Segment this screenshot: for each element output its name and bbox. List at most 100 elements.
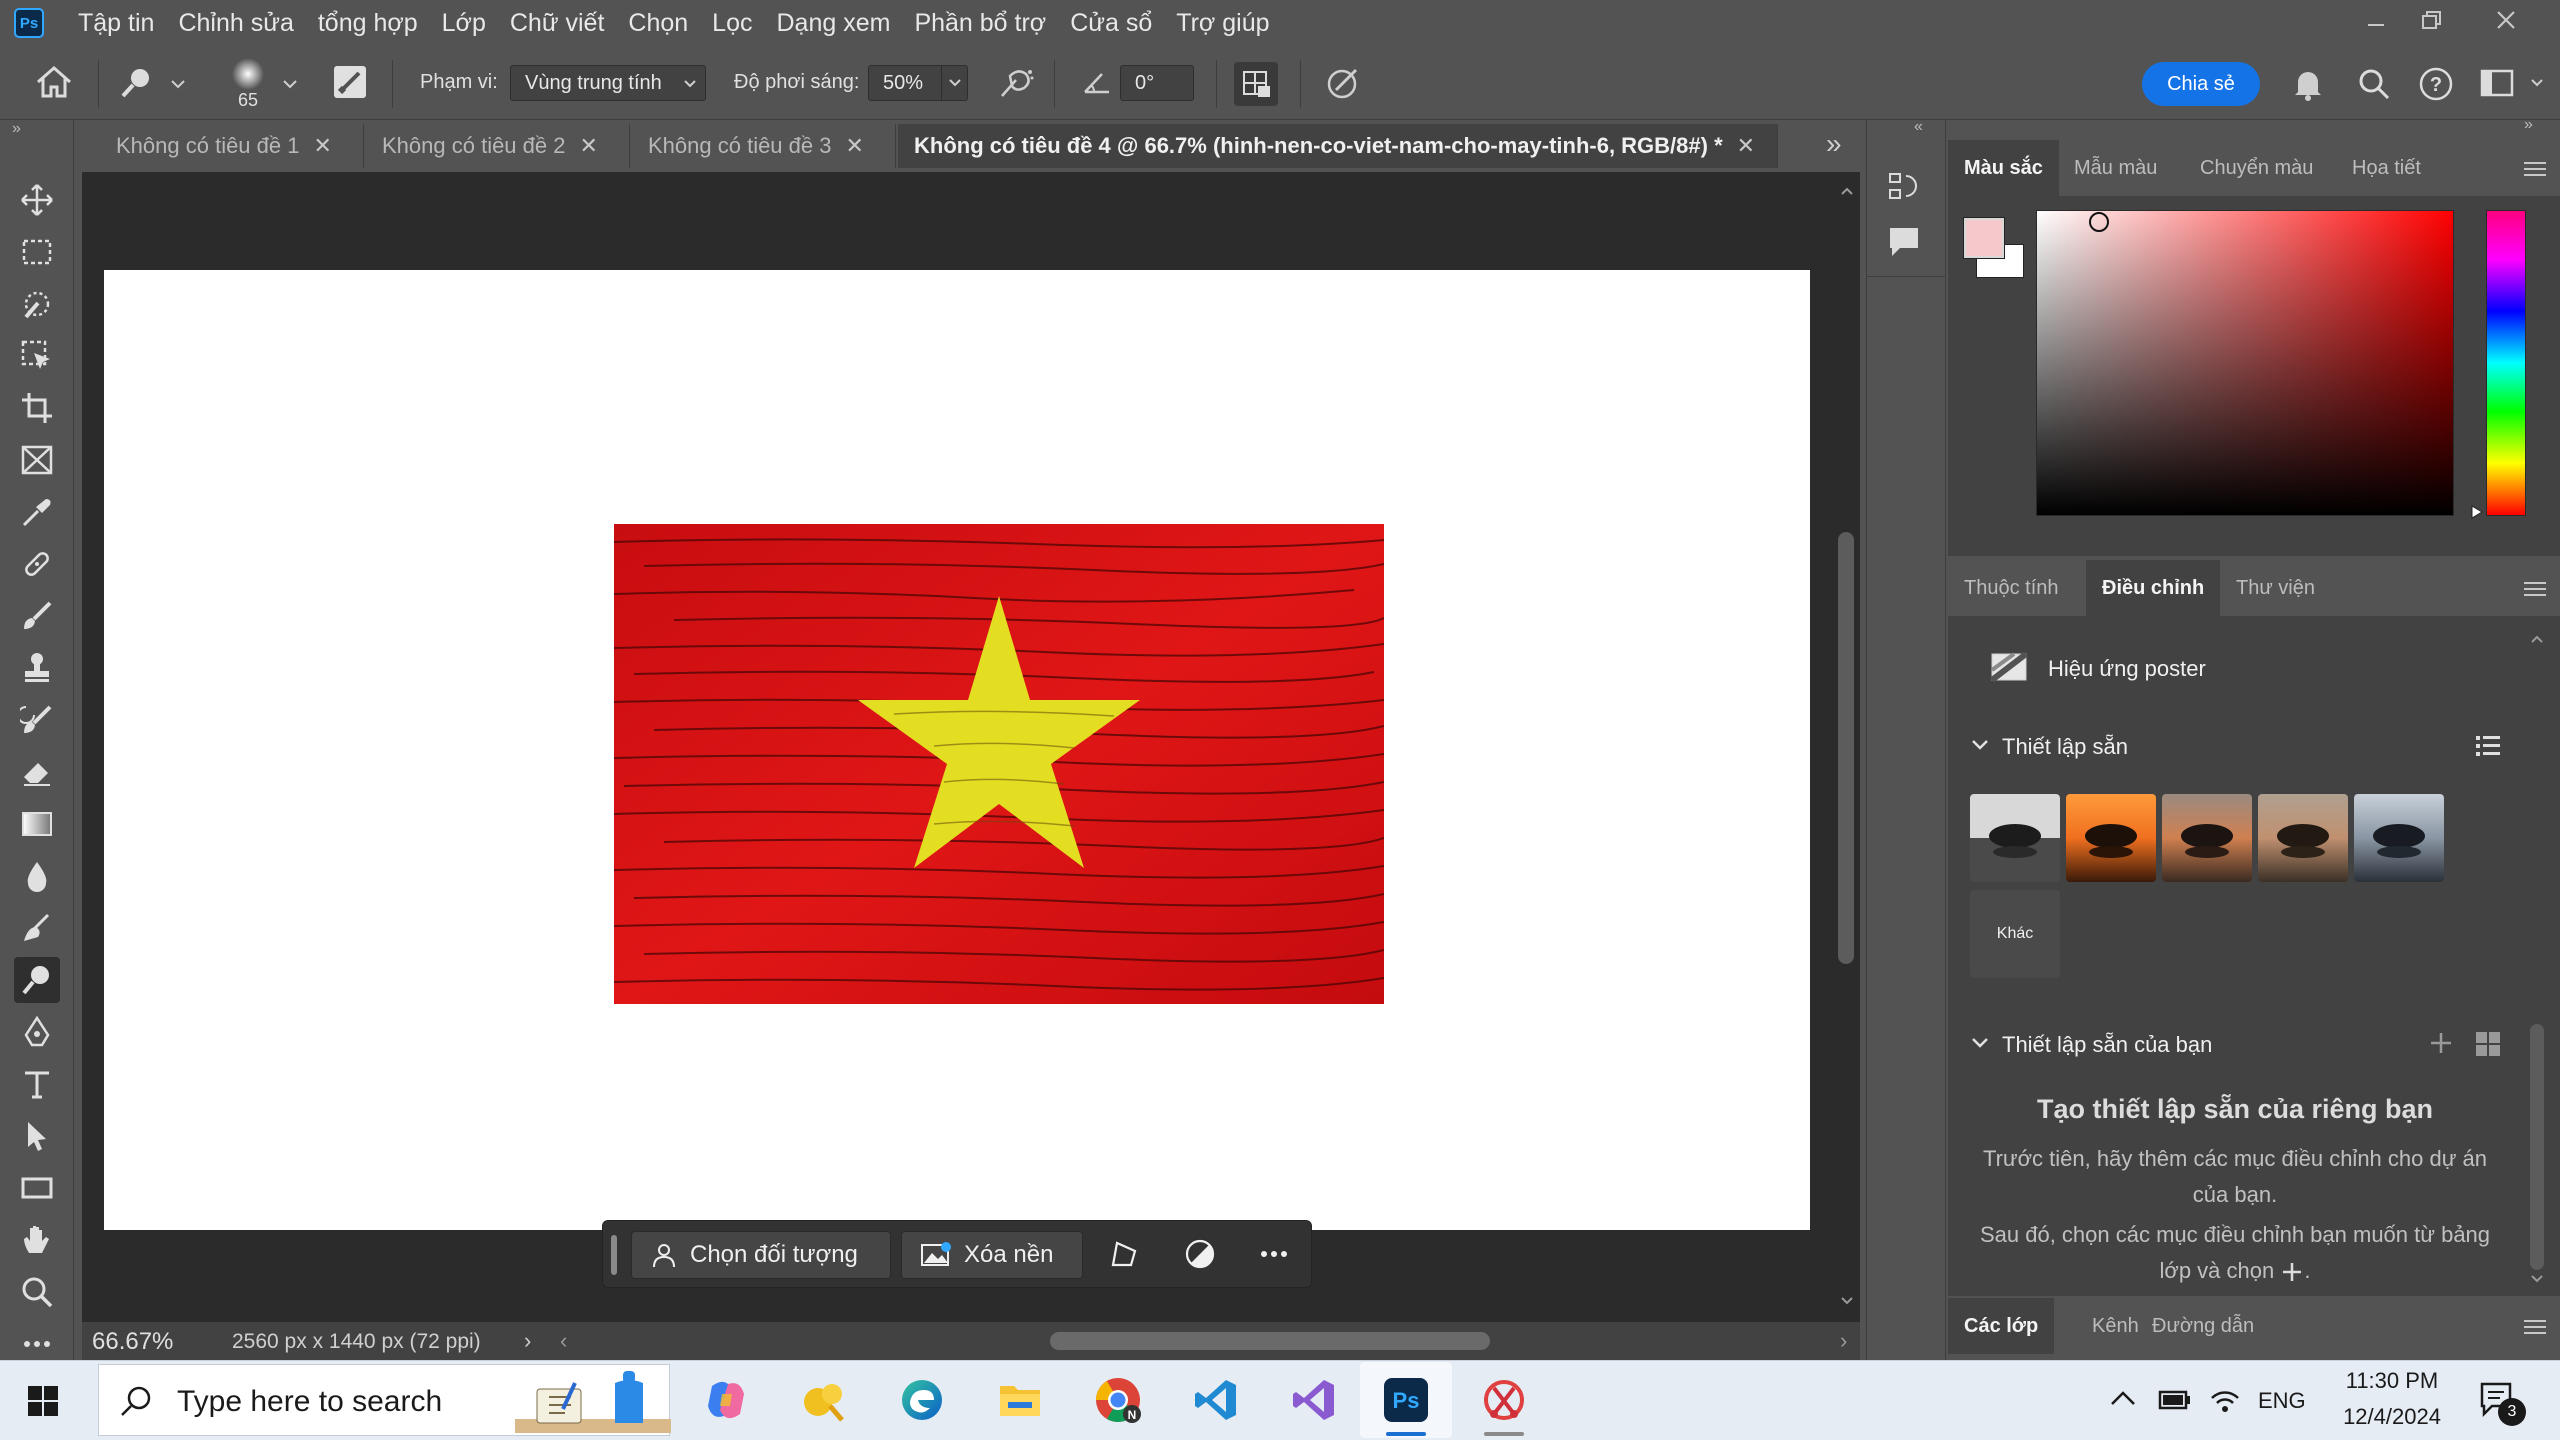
file-explorer-icon[interactable] [992,1372,1048,1428]
eraser-tool-icon[interactable] [14,749,60,795]
minimize-button[interactable] [2348,0,2404,40]
help-icon[interactable]: ? [2418,66,2454,102]
more-options-icon[interactable] [1257,1237,1291,1271]
preset-thumbnail-sepia[interactable] [2258,794,2348,882]
add-preset-icon[interactable] [2428,1030,2454,1056]
edge-icon[interactable] [894,1372,950,1428]
rectangle-tool-icon[interactable] [14,1165,60,1211]
tab-untitled-3[interactable]: Không có tiêu đề 3 ✕ [632,124,896,168]
horizontal-scroll-thumb[interactable] [1050,1332,1490,1350]
dodge-tool-icon[interactable] [14,957,60,1003]
tab-libraries[interactable]: Thư viện [2220,560,2331,616]
collapse-tools-icon[interactable]: » [12,120,21,138]
tab-paths[interactable]: Đường dẫn [2136,1298,2270,1354]
scroll-right-icon[interactable]: › [1840,1328,1847,1354]
protect-tones-icon[interactable] [1234,62,1278,106]
chevron-down-icon[interactable] [170,78,186,90]
windows-start-icon[interactable] [26,1384,60,1418]
zoom-tool-icon[interactable] [14,1269,60,1315]
tab-untitled-1[interactable]: Không có tiêu đề 1 ✕ [100,124,364,168]
preset-thumbnail-dusk[interactable] [2162,794,2252,882]
adjust-panel-menu-icon[interactable] [2524,578,2546,600]
brush-size-chevron-icon[interactable] [282,78,298,90]
menu-help[interactable]: Trợ giúp [1164,0,1281,46]
type-tool-icon[interactable] [14,1061,60,1107]
tab-overflow-icon[interactable]: » [1826,128,1842,160]
path-selection-tool-icon[interactable] [14,1113,60,1159]
quick-selection-tool-icon[interactable] [14,281,60,327]
my-presets-header[interactable]: Thiết lập sẵn của bạn [2002,1032,2212,1058]
brush-preview-icon[interactable] [226,56,270,92]
vscode-icon[interactable] [1188,1372,1244,1428]
foreground-color-swatch[interactable] [1963,217,2005,259]
remove-background-button[interactable]: Xóa nền [901,1231,1083,1279]
angle-input[interactable]: 0° [1120,65,1194,101]
menu-image[interactable]: tổng hợp [306,0,430,46]
menu-type[interactable]: Chữ viết [498,0,617,46]
frame-tool-icon[interactable] [14,437,60,483]
menu-window[interactable]: Cửa sổ [1058,0,1164,46]
presets-header[interactable]: Thiết lập sẵn [2002,734,2128,760]
collapse-panels-icon[interactable]: » [2524,116,2533,134]
photoshop-taskbar-icon[interactable]: Ps [1378,1372,1434,1428]
transform-icon[interactable] [1107,1237,1141,1271]
vertical-scrollbar[interactable] [1832,172,1860,1322]
zoom-level[interactable]: 66.67% [92,1328,173,1356]
smudge-tool-icon[interactable] [14,905,60,951]
blur-tool-icon[interactable] [14,853,60,899]
close-window-button[interactable] [2478,0,2534,40]
workspace-icon[interactable] [2480,68,2516,98]
home-icon[interactable] [34,64,74,100]
tab-properties[interactable]: Thuộc tính [1948,560,2075,616]
status-menu-chevron-icon[interactable]: › [524,1328,531,1354]
tab-patterns[interactable]: Họa tiết [2336,140,2437,196]
close-tab-icon[interactable]: ✕ [1737,133,1755,159]
restore-button[interactable] [2404,0,2460,40]
close-tab-icon[interactable]: ✕ [579,133,597,159]
clock-time[interactable]: 11:30 PM [2332,1368,2452,1394]
pressure-size-icon[interactable] [1326,66,1362,100]
tab-gradients[interactable]: Chuyển màu [2184,140,2329,196]
drag-handle[interactable] [611,1235,617,1275]
search-icon[interactable] [2356,66,2392,102]
presets-chevron-icon[interactable] [1970,738,1990,752]
chrome-icon[interactable]: N [1090,1372,1146,1428]
menu-plugins[interactable]: Phần bổ trợ [902,0,1058,46]
menu-layer[interactable]: Lớp [430,0,498,46]
exposure-input[interactable]: 50% [868,65,968,101]
poster-effect-item[interactable]: Hiệu ứng poster [2048,656,2206,682]
share-button[interactable]: Chia sẻ [2142,62,2260,106]
color-panel-menu-icon[interactable] [2524,158,2546,180]
marquee-tool-icon[interactable] [14,229,60,275]
tab-untitled-2[interactable]: Không có tiêu đề 2 ✕ [366,124,630,168]
scroll-left-icon[interactable]: ‹ [560,1328,567,1354]
comments-panel-icon[interactable] [1886,224,1922,260]
workspace-chevron-icon[interactable] [2530,78,2544,88]
pen-tool-icon[interactable] [14,1009,60,1055]
tray-expand-icon[interactable] [2108,1386,2138,1412]
preset-thumbnail-warm[interactable] [2066,794,2156,882]
horizontal-scrollbar[interactable]: ‹ › [560,1326,1860,1354]
snipping-tool-icon[interactable] [1476,1372,1532,1428]
list-view-icon[interactable] [2474,732,2502,760]
dodge-tool-preset-icon[interactable] [118,66,158,100]
copilot-icon[interactable] [698,1372,754,1428]
move-tool-icon[interactable] [14,177,60,223]
layers-panel-menu-icon[interactable] [2524,1316,2546,1338]
clone-stamp-tool-icon[interactable] [14,645,60,691]
eyedropper-tool-icon[interactable] [14,489,60,535]
preset-thumbnail-bw[interactable] [1970,794,2060,882]
range-select[interactable]: Vùng trung tính [510,65,706,101]
clock-date[interactable]: 12/4/2024 [2332,1404,2452,1430]
brush-settings-icon[interactable] [332,64,368,100]
my-presets-chevron-icon[interactable] [1970,1036,1990,1050]
hue-slider-marker-icon[interactable] [2470,504,2484,520]
adjust-panel-scroll-thumb[interactable] [2530,1024,2544,1270]
tab-adjustments[interactable]: Điều chỉnh [2086,560,2221,616]
grid-view-icon[interactable] [2474,1030,2502,1058]
object-selection-tool-icon[interactable] [14,333,60,379]
hand-tool-icon[interactable] [14,1217,60,1263]
more-presets-button[interactable]: Khác [1970,890,2060,978]
adjustment-icon[interactable] [1183,1237,1217,1271]
history-panel-icon[interactable] [1886,168,1922,204]
